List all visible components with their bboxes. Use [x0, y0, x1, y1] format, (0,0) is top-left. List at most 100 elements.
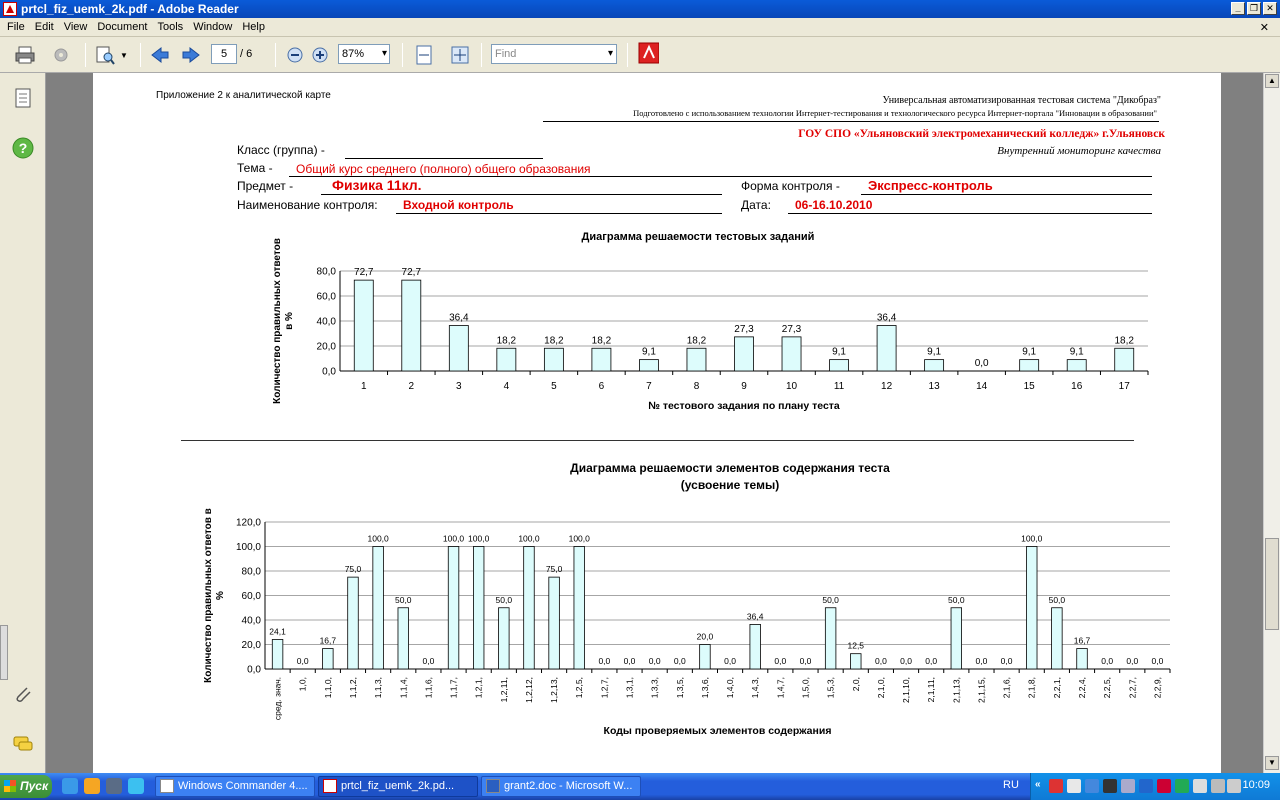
x-tick-label: 3 [456, 381, 462, 392]
bar [498, 607, 510, 670]
x-tick-label: 1,1,6, [423, 677, 433, 698]
bar [1066, 359, 1087, 372]
next-page-icon[interactable] [180, 45, 202, 65]
data-label: 20,0 [697, 632, 714, 642]
bar [1019, 359, 1040, 372]
scroll-up-icon[interactable]: ▲ [1265, 74, 1279, 88]
attachments-paperclip-icon[interactable] [12, 683, 34, 705]
usb-icon[interactable] [1193, 779, 1207, 793]
x-tick-label: 1,3,6, [700, 677, 710, 698]
comments-icon[interactable] [12, 733, 34, 755]
pages-icon[interactable] [12, 87, 34, 109]
find-input[interactable]: Find [491, 44, 617, 64]
x-tick-label: 1 [361, 381, 367, 392]
menu-file[interactable]: File [2, 21, 30, 33]
tray-expand-icon[interactable]: « [1035, 779, 1049, 793]
menu-document[interactable]: Document [92, 21, 152, 33]
update-icon[interactable] [1175, 779, 1189, 793]
bar [353, 279, 374, 372]
menu-window[interactable]: Window [188, 21, 237, 33]
tray-app-icon[interactable] [1227, 779, 1241, 793]
taskbar: Пуск Windows Commander 4.... prtcl_fiz_u… [0, 773, 1280, 800]
zoom-out-icon[interactable] [284, 45, 306, 65]
bar [824, 607, 837, 670]
connection-icon[interactable] [1139, 779, 1153, 793]
x-tick-label: 1,1,0, [323, 677, 333, 698]
internet-explorer-icon[interactable] [128, 778, 144, 794]
minimize-button[interactable]: _ [1231, 2, 1245, 15]
topic-value: Общий курс среднего (полного) общего обр… [296, 162, 591, 176]
task-windows-commander[interactable]: Windows Commander 4.... [155, 776, 315, 797]
language-indicator[interactable]: RU [1003, 779, 1019, 791]
security-icon[interactable] [1157, 779, 1171, 793]
y-axis-label: Количество правильных ответовв % [272, 238, 295, 404]
bar [447, 546, 460, 670]
help-icon[interactable]: ? [12, 137, 34, 159]
antivirus-icon[interactable] [1049, 779, 1063, 793]
data-label: 16,7 [320, 636, 337, 646]
print-icon[interactable] [14, 45, 36, 65]
speaker-icon[interactable] [1211, 779, 1225, 793]
data-label: 18,2 [497, 335, 517, 346]
document-close-icon[interactable]: ✕ [1255, 21, 1274, 34]
x-tick-label: 11 [834, 381, 845, 392]
chevron-down-icon[interactable]: ▼ [120, 51, 128, 71]
zoom-select[interactable]: 87% [338, 44, 390, 64]
menu-tools[interactable]: Tools [153, 21, 189, 33]
task-word-document[interactable]: grant2.doc - Microsoft W... [481, 776, 641, 797]
scroll-down-icon[interactable]: ▼ [1265, 756, 1279, 770]
menu-help[interactable]: Help [237, 21, 270, 33]
chart-title: Диаграмма решаемости тестовых заданий [582, 231, 815, 243]
data-label: 75,0 [546, 564, 563, 574]
previous-page-icon[interactable] [149, 45, 171, 65]
data-label: 27,3 [734, 324, 754, 335]
y-axis-label-line: % [215, 591, 226, 600]
task-adobe-reader[interactable]: prtcl_fiz_uemk_2k.pd... [318, 776, 478, 797]
x-tick-label: 4 [504, 381, 510, 392]
bar [448, 325, 469, 372]
prepared-line: Подготовлено с использованием технологии… [633, 108, 1157, 118]
data-label: 50,0 [496, 595, 513, 605]
close-button[interactable]: ✕ [1263, 2, 1277, 15]
x-tick-label: 2,2,4, [1077, 677, 1087, 698]
adobe-acrobat-icon[interactable] [637, 42, 659, 64]
data-label: 9,1 [832, 347, 846, 358]
x-tick-label: 1,1,4, [398, 677, 408, 698]
x-tick-label: 1,3,3, [650, 677, 660, 698]
fit-page-icon[interactable] [449, 45, 471, 65]
windows-commander-icon [160, 779, 174, 793]
bar [322, 648, 334, 670]
bar [1114, 347, 1135, 372]
word-document-icon [486, 779, 500, 793]
page-number-input[interactable]: 5 [211, 44, 237, 64]
menu-view[interactable]: View [59, 21, 93, 33]
fit-width-icon[interactable] [413, 45, 435, 65]
monitor-icon[interactable] [1085, 779, 1099, 793]
network-icon[interactable] [1067, 779, 1081, 793]
scroll-thumb[interactable] [1265, 538, 1279, 630]
start-button[interactable]: Пуск [0, 775, 52, 798]
firefox-icon[interactable] [62, 778, 78, 794]
task-label: grant2.doc - Microsoft W... [504, 780, 633, 792]
media-player-icon[interactable] [84, 778, 100, 794]
show-desktop-icon[interactable] [106, 778, 122, 794]
y-tick-label: 60,0 [317, 292, 337, 303]
system-tray: « 10:09 [1030, 773, 1280, 800]
bar [372, 546, 384, 670]
x-tick-label: 2,2,5, [1102, 677, 1112, 698]
settings-icon[interactable] [1121, 779, 1135, 793]
zoom-in-icon[interactable] [309, 45, 331, 65]
data-label: 27,3 [782, 324, 802, 335]
menu-edit[interactable]: Edit [30, 21, 59, 33]
x-tick-label: 1,4,0, [725, 677, 735, 698]
data-label: 24,1 [269, 626, 286, 636]
x-tick-label: 2,2,9, [1152, 677, 1162, 698]
vertical-scrollbar[interactable]: ▲ ▼ [1263, 73, 1280, 773]
bar [496, 347, 517, 372]
pane-resize-handle[interactable] [0, 625, 8, 680]
bug-icon[interactable] [1103, 779, 1117, 793]
restore-button[interactable]: ❐ [1247, 2, 1261, 15]
search-document-icon[interactable] [94, 45, 116, 65]
data-label: 0,0 [297, 656, 309, 666]
tools-gear-icon[interactable] [50, 45, 72, 65]
